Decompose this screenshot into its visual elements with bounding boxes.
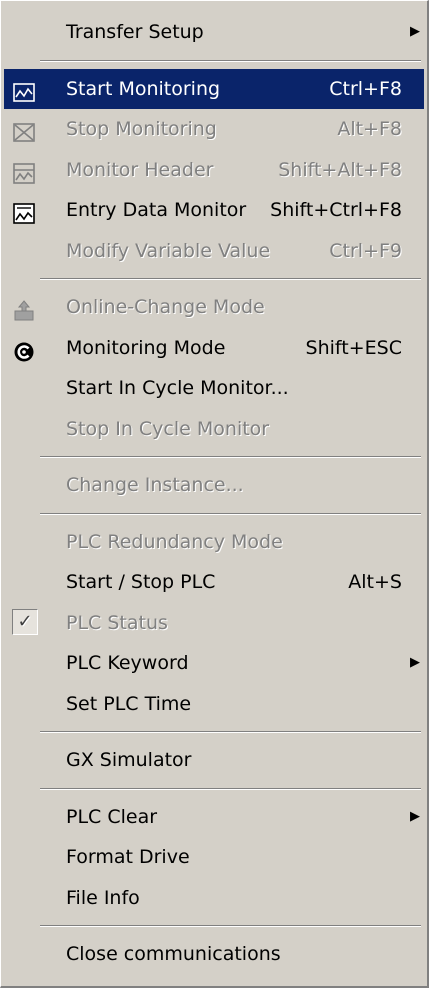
- menu-item-monitoring-mode[interactable]: Monitoring Mode Shift+ESC: [4, 328, 424, 369]
- menu-item-label: Start In Cycle Monitor...: [66, 377, 289, 399]
- menu-item-close-communications[interactable]: Close communications: [4, 934, 424, 975]
- menu-separator: [4, 724, 424, 740]
- check-icon: ✓: [12, 608, 38, 635]
- menu-item-label: Format Drive: [66, 846, 190, 868]
- menu-item-entry-data-monitor[interactable]: Entry Data Monitor Shift+Ctrl+F8: [4, 190, 424, 231]
- menu-item-label: Start / Stop PLC: [66, 571, 216, 593]
- menu-item-plc-redundancy-mode[interactable]: PLC Redundancy Mode: [4, 522, 424, 563]
- menu-item-plc-keyword[interactable]: PLC Keyword ▶: [4, 643, 424, 684]
- entry-data-monitor-icon: [13, 199, 35, 224]
- menu-item-stop-monitoring[interactable]: Stop Monitoring Alt+F8: [4, 109, 424, 150]
- menu-item-label: Monitor Header: [66, 158, 214, 181]
- menu-item-label: Stop Monitoring: [66, 118, 217, 140]
- menu-item-label: Change Instance...: [66, 474, 244, 496]
- menu-item-label: Entry Data Monitor: [66, 199, 247, 221]
- menu-item-file-info[interactable]: File Info: [4, 878, 424, 919]
- menu-item-gx-simulator[interactable]: GX Simulator: [4, 740, 424, 781]
- menu-item-label: Transfer Setup: [66, 21, 204, 43]
- menu-separator: [4, 506, 424, 522]
- submenu-arrow-icon: ▶: [410, 24, 420, 39]
- monitoring-mode-icon: [13, 337, 35, 361]
- menu-item-monitor-header[interactable]: Monitor Header Shift+Alt+F8: [4, 150, 424, 191]
- menu-item-label: PLC Redundancy Mode: [66, 530, 283, 553]
- menu-item-label: File Info: [66, 886, 140, 909]
- menu-separator: [4, 53, 424, 69]
- menu-separator: [4, 781, 424, 797]
- menu-item-label: Close communications: [66, 943, 281, 965]
- menu-item-online-change-mode[interactable]: Online-Change Mode: [4, 287, 424, 328]
- menu-item-plc-clear[interactable]: PLC Clear ▶: [4, 797, 424, 838]
- menu-item-label: PLC Clear: [66, 805, 158, 828]
- submenu-arrow-icon: ▶: [410, 808, 420, 824]
- submenu-arrow-icon: ▶: [410, 655, 420, 670]
- menu-item-label: Modify Variable Value: [66, 239, 271, 262]
- menu-item-start-monitoring[interactable]: Start Monitoring Ctrl+F8: [4, 68, 424, 109]
- shortcut-text: Shift+ESC: [305, 336, 402, 359]
- shortcut-text: Shift+Alt+F8: [278, 158, 402, 181]
- menu-item-label: PLC Status: [66, 611, 168, 634]
- menu-separator: [4, 449, 424, 465]
- shortcut-text: Ctrl+F9: [329, 239, 402, 262]
- menu-item-label: Start Monitoring: [66, 77, 221, 100]
- menu-separator: [4, 918, 424, 934]
- monitor-stop-icon: [13, 118, 35, 142]
- menu-item-label: PLC Keyword: [66, 652, 189, 674]
- menu-item-start-in-cycle-monitor[interactable]: Start In Cycle Monitor...: [4, 368, 424, 409]
- menu-item-modify-variable-value[interactable]: Modify Variable Value Ctrl+F9: [4, 231, 424, 272]
- menu-item-label: Set PLC Time: [66, 692, 192, 715]
- shortcut-text: Alt+F8: [337, 118, 402, 140]
- online-change-icon: [13, 296, 35, 321]
- menu-item-start-stop-plc[interactable]: Start / Stop PLC Alt+S: [4, 562, 424, 603]
- menu-item-transfer-setup[interactable]: Transfer Setup ▶: [4, 12, 424, 53]
- shortcut-text: Alt+S: [348, 571, 402, 593]
- menu-item-label: GX Simulator: [66, 749, 192, 771]
- menu-item-set-plc-time[interactable]: Set PLC Time: [4, 684, 424, 725]
- context-menu: Transfer Setup ▶ Start Monitoring Ctrl+F…: [0, 0, 429, 988]
- menu-item-change-instance[interactable]: Change Instance...: [4, 465, 424, 506]
- menu-item-label: Monitoring Mode: [66, 336, 226, 359]
- shortcut-text: Shift+Ctrl+F8: [270, 199, 402, 221]
- shortcut-text: Ctrl+F8: [329, 77, 402, 100]
- monitor-header-icon: [13, 159, 35, 184]
- monitor-start-icon: [13, 78, 35, 102]
- menu-separator: [4, 271, 424, 287]
- menu-item-label: Stop In Cycle Monitor: [66, 417, 270, 440]
- menu-item-stop-in-cycle-monitor[interactable]: Stop In Cycle Monitor: [4, 409, 424, 450]
- menu-item-label: Online-Change Mode: [66, 296, 265, 318]
- menu-item-plc-status[interactable]: ✓ PLC Status: [4, 603, 424, 644]
- menu-item-format-drive[interactable]: Format Drive: [4, 837, 424, 878]
